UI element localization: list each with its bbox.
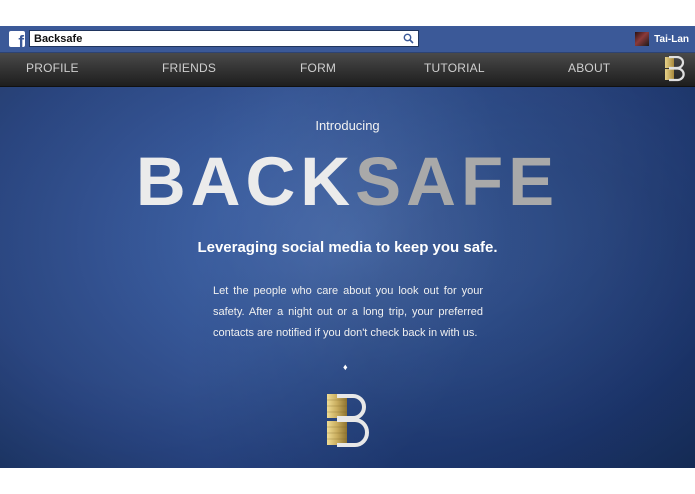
search-icon[interactable]	[403, 33, 414, 44]
user-profile-link[interactable]: Tai-Lan	[635, 30, 689, 48]
search-input-value: Backsafe	[34, 33, 83, 45]
hero-section: Introducing BACKSAFE Leveraging social m…	[0, 87, 695, 468]
intro-text: Introducing	[315, 118, 380, 133]
tagline: Leveraging social media to keep you safe…	[197, 239, 498, 256]
facebook-logo-icon[interactable]: f	[9, 31, 25, 47]
title-safe: SAFE	[355, 143, 560, 220]
nav-item-friends[interactable]: FRIENDS	[162, 53, 216, 86]
nav-item-tutorial[interactable]: TUTORIAL	[424, 53, 485, 86]
title-back: BACK	[135, 143, 356, 220]
avatar	[635, 32, 650, 46]
nav-item-about[interactable]: ABOUT	[568, 53, 610, 86]
user-name: Tai-Lan	[654, 33, 689, 45]
nav-item-profile[interactable]: PROFILE	[26, 53, 79, 86]
app-nav: PROFILE FRIENDS FORM TUTORIAL ABOUT	[0, 53, 695, 87]
search-input[interactable]: Backsafe	[29, 30, 419, 47]
backsafe-logo-large-icon	[327, 394, 369, 447]
hero-title: BACKSAFE	[0, 142, 695, 222]
backsafe-logo-icon[interactable]	[665, 56, 685, 82]
divider-diamond-icon: ♦	[343, 362, 348, 372]
facebook-top-bar: f Backsafe Tai-Lan	[0, 26, 695, 53]
nav-item-form[interactable]: FORM	[300, 53, 336, 86]
description: Let the people who care about you look o…	[213, 285, 483, 339]
